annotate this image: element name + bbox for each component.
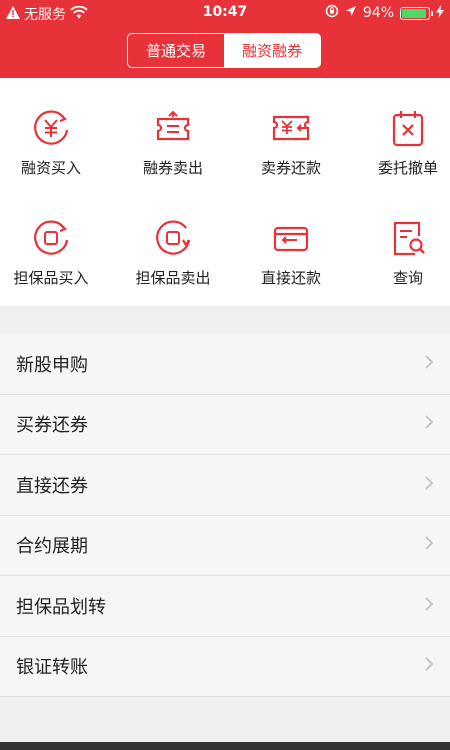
securities-sell-icon — [153, 108, 193, 148]
action-grid: 融资买入 融券卖出 卖券还款 委托撤单 担保品买入 担保品卖出 直接还款 查询 — [0, 78, 450, 306]
action-cancel-order[interactable]: 委托撤单 — [352, 78, 450, 188]
location-icon — [345, 5, 357, 21]
rotation-lock-icon — [325, 4, 339, 22]
chevron-right-icon — [424, 535, 434, 555]
action-label: 查询 — [392, 269, 423, 287]
action-collateral-sell[interactable]: 担保品卖出 — [117, 188, 229, 298]
menu-item-label: 买券还券 — [16, 415, 88, 437]
action-label: 直接还款 — [260, 269, 321, 287]
action-label: 卖券还款 — [260, 159, 321, 177]
action-securities-sell[interactable]: 融券卖出 — [117, 78, 229, 188]
collateral-sell-icon — [153, 218, 193, 258]
menu-item-bank-securities-transfer[interactable]: 银证转账 — [0, 637, 450, 697]
chevron-right-icon — [424, 414, 434, 434]
action-collateral-buy[interactable]: 担保品买入 — [0, 188, 107, 298]
action-query[interactable]: 查询 — [352, 188, 450, 298]
menu-item-ipo-subscription[interactable]: 新股申购 — [0, 334, 450, 395]
top-header: 无服务 10:47 94% 普通交易 融资融券 — [0, 0, 450, 78]
bottom-edge — [0, 742, 450, 750]
menu-item-label: 担保品划转 — [16, 596, 106, 618]
menu-item-label: 银证转账 — [16, 657, 88, 679]
action-finance-buy[interactable]: 融资买入 — [0, 78, 107, 188]
menu-item-collateral-transfer[interactable]: 担保品划转 — [0, 576, 450, 637]
action-sell-repay[interactable]: 卖券还款 — [235, 78, 347, 188]
menu-item-direct-return-securities[interactable]: 直接还券 — [0, 455, 450, 516]
query-icon — [388, 218, 428, 258]
status-bar: 无服务 10:47 94% — [0, 0, 450, 26]
action-label: 担保品买入 — [13, 269, 89, 287]
chevron-right-icon — [424, 596, 434, 616]
menu-item-label: 新股申购 — [16, 354, 88, 376]
chevron-right-icon — [424, 656, 434, 676]
menu-item-buy-return-securities[interactable]: 买券还券 — [0, 395, 450, 455]
action-label: 委托撤单 — [377, 159, 438, 177]
action-label: 融资买入 — [20, 159, 81, 177]
action-direct-repay[interactable]: 直接还款 — [235, 188, 347, 298]
battery-percent: 94% — [362, 5, 394, 21]
battery-icon — [400, 6, 433, 20]
charging-icon — [436, 4, 444, 22]
sell-repay-icon — [271, 108, 311, 148]
menu-item-contract-extension[interactable]: 合约展期 — [0, 516, 450, 576]
tab-margin-trade[interactable]: 融资融券 — [224, 34, 320, 67]
action-label: 融券卖出 — [142, 159, 203, 177]
action-label: 担保品卖出 — [135, 269, 211, 287]
cancel-order-icon — [388, 108, 428, 148]
direct-repay-icon — [271, 218, 311, 258]
chevron-right-icon — [424, 475, 434, 495]
finance-buy-icon — [31, 108, 71, 148]
menu-item-label: 合约展期 — [16, 536, 88, 558]
chevron-right-icon — [424, 354, 434, 374]
tab-normal-trade[interactable]: 普通交易 — [128, 34, 224, 67]
collateral-buy-icon — [31, 218, 71, 258]
trade-mode-segment: 普通交易 融资融券 — [127, 33, 321, 68]
function-menu: 新股申购 买券还券 直接还券 合约展期 担保品划转 银证转账 — [0, 334, 450, 697]
menu-item-label: 直接还券 — [16, 475, 88, 497]
